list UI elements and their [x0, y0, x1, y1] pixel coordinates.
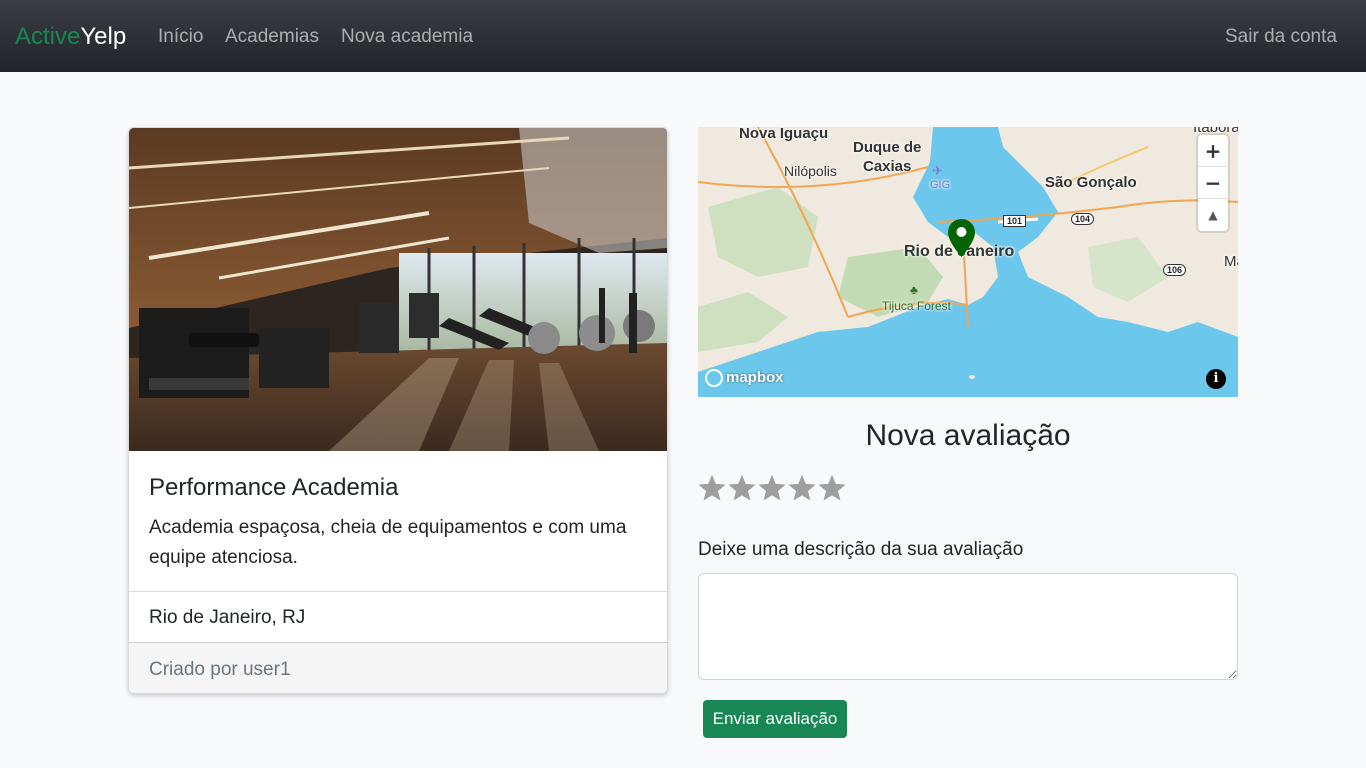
map-controls: + − ▲ — [1198, 135, 1228, 231]
road-shield-101: 101 — [1003, 215, 1027, 227]
logout-link[interactable]: Sair da conta — [1225, 25, 1337, 49]
star-4-icon[interactable] — [787, 473, 817, 503]
nav-link-academias[interactable]: Academias — [225, 25, 319, 49]
nav-link-inicio[interactable]: Início — [158, 25, 203, 49]
map-label-caxias: Caxias — [863, 158, 912, 175]
description-label: Deixe uma descrição da sua avaliação — [698, 539, 1024, 560]
brand-logo[interactable]: ActiveYelp — [15, 22, 126, 52]
mapbox-logo-icon — [705, 369, 723, 388]
brand-active: Active — [15, 23, 81, 50]
map-info-button[interactable]: i — [1206, 369, 1226, 389]
nav-link-nova-academia[interactable]: Nova academia — [341, 25, 473, 49]
gym-card: Performance Academia Academia espaçosa, … — [128, 127, 668, 694]
review-title: Nova avaliação — [865, 419, 1071, 452]
gym-photo — [129, 128, 667, 451]
review-description-input[interactable] — [698, 573, 1238, 680]
gym-location-row: Rio de Janeiro, RJ — [129, 591, 667, 642]
map-label-gig: GIG — [930, 179, 951, 191]
zoom-out-button[interactable]: − — [1198, 167, 1228, 199]
road-shield-106: 106 — [1163, 264, 1187, 276]
star-3-icon[interactable] — [757, 473, 787, 503]
star-1-icon[interactable] — [697, 473, 727, 503]
forest-icon: ♣ — [910, 283, 918, 297]
navbar: ActiveYelp Início Academias Nova academi… — [0, 0, 1366, 72]
gym-location: Rio de Janeiro, RJ — [149, 607, 306, 628]
gym-created-by: Criado por user1 — [149, 659, 291, 680]
map-label-sao-goncalo: São Gonçalo — [1045, 174, 1137, 191]
gym-description: Academia espaçosa, cheia de equipamentos… — [149, 517, 627, 568]
map[interactable]: Nova Iguaçu Duque de Caxias Nilópolis GI… — [698, 127, 1238, 397]
star-5-icon[interactable] — [817, 473, 847, 503]
zoom-in-button[interactable]: + — [1198, 135, 1228, 167]
map-label-nova-iguacu: Nova Iguaçu — [739, 127, 829, 142]
gym-title: Performance Academia — [149, 474, 399, 501]
airport-icon: ✈ — [932, 163, 943, 178]
compass-button[interactable]: ▲ — [1198, 199, 1228, 231]
submit-review-button[interactable]: Enviar avaliação — [703, 700, 847, 738]
map-label-nilopolis: Nilópolis — [784, 163, 837, 179]
map-label-duque: Duque de — [853, 139, 922, 156]
location-marker-icon[interactable] — [948, 219, 975, 257]
mapbox-logo[interactable]: mapbox — [705, 369, 784, 388]
gym-footer: Criado por user1 — [129, 642, 667, 693]
star-2-icon[interactable] — [727, 473, 757, 503]
brand-yelp: Yelp — [80, 23, 127, 50]
mapbox-logo-text: mapbox — [726, 369, 784, 386]
map-label-ma: Ma — [1224, 253, 1238, 270]
map-label-tijuca: Tijuca Forest — [882, 299, 951, 313]
road-shield-104: 104 — [1071, 213, 1095, 225]
